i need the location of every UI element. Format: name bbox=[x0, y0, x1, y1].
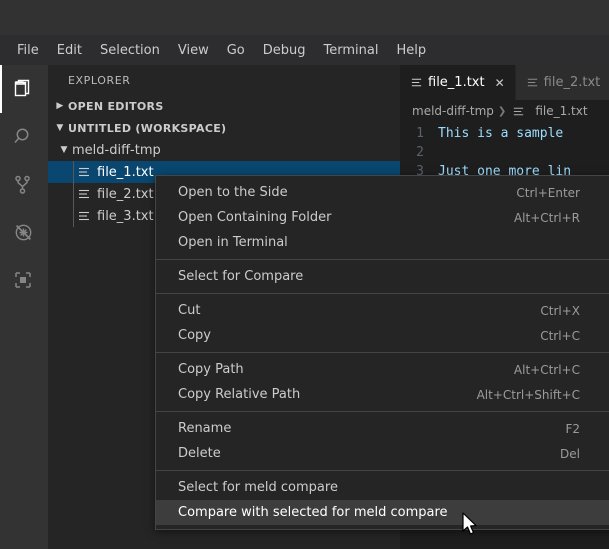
context-menu-item[interactable]: Rename F2 bbox=[156, 416, 609, 441]
menu-view[interactable]: View bbox=[169, 39, 218, 62]
section-workspace-label: UNTITLED (WORKSPACE) bbox=[68, 121, 227, 135]
menu-separator bbox=[156, 293, 609, 294]
context-menu-item[interactable]: Cut Ctrl+X bbox=[156, 298, 609, 323]
editor-tab-bar: file_1.txt ✕ file_2.txt bbox=[400, 65, 609, 100]
context-menu-item-shortcut: Ctrl+C bbox=[540, 328, 580, 343]
context-menu-item[interactable]: Delete Del bbox=[156, 441, 609, 466]
extensions-icon[interactable] bbox=[0, 257, 48, 305]
tree-indent-guide bbox=[73, 183, 74, 205]
context-menu-item[interactable]: Open to the Side Ctrl+Enter bbox=[156, 180, 609, 205]
line-text: This is a sample bbox=[438, 126, 564, 141]
context-menu-item-label: Copy Path bbox=[178, 362, 244, 377]
tab-file_1[interactable]: file_1.txt ✕ bbox=[400, 65, 516, 100]
code-editor[interactable]: 1 This is a sample 2 3 Just one more lin bbox=[400, 122, 609, 181]
chevron-down-icon: ▼ bbox=[56, 123, 64, 133]
menu-go[interactable]: Go bbox=[218, 39, 254, 62]
text-file-icon bbox=[510, 103, 526, 119]
context-menu-item-label: Copy bbox=[178, 328, 211, 343]
text-file-icon bbox=[76, 208, 92, 224]
tree-folder-label: meld-diff-tmp bbox=[72, 142, 161, 158]
context-menu: Open to the Side Ctrl+Enter Open Containin… bbox=[155, 175, 609, 530]
text-file-icon bbox=[76, 186, 92, 202]
context-menu-item[interactable]: Select for meld compare bbox=[156, 475, 609, 500]
line-number: 1 bbox=[416, 126, 424, 141]
chevron-down-icon: ▼ bbox=[60, 145, 68, 155]
tab-label: file_2.txt bbox=[543, 75, 601, 90]
close-icon[interactable]: ✕ bbox=[495, 77, 505, 89]
activity-bar bbox=[0, 65, 48, 549]
tab-file_2[interactable]: file_2.txt bbox=[515, 65, 609, 100]
context-menu-item[interactable]: Select for Compare bbox=[156, 264, 609, 289]
context-menu-item-shortcut: Alt+Ctrl+C bbox=[513, 362, 580, 377]
menu-separator bbox=[156, 470, 609, 471]
context-menu-item-label: Open to the Side bbox=[178, 185, 288, 200]
menu-selection[interactable]: Selection bbox=[91, 39, 169, 62]
context-menu-item[interactable]: Copy Path Alt+Ctrl+C bbox=[156, 357, 609, 382]
tree-file-label: file_3.txt bbox=[97, 208, 154, 224]
text-file-icon bbox=[410, 76, 423, 89]
sidebar-title: EXPLORER bbox=[68, 73, 131, 87]
context-menu-item[interactable]: Open in Terminal bbox=[156, 230, 609, 255]
menu-help[interactable]: Help bbox=[387, 39, 435, 62]
menu-separator bbox=[156, 352, 609, 353]
section-open-editors-label: OPEN EDITORS bbox=[68, 99, 164, 113]
tab-label: file_1.txt bbox=[428, 75, 485, 90]
context-menu-item-shortcut: Del bbox=[560, 446, 580, 461]
line-number: 2 bbox=[416, 145, 424, 160]
code-line: 2 bbox=[400, 143, 609, 162]
tree-indent-guide bbox=[73, 161, 74, 183]
menu-file[interactable]: File bbox=[8, 39, 48, 62]
breadcrumb-file[interactable]: file_1.txt bbox=[535, 104, 587, 118]
menu-debug[interactable]: Debug bbox=[254, 39, 315, 62]
menu-bar: File Edit Selection View Go Debug Terminal Help bbox=[0, 35, 609, 65]
context-menu-item-shortcut: Alt+Ctrl+Shift+C bbox=[476, 387, 580, 402]
context-menu-item-label: Delete bbox=[178, 446, 221, 461]
menu-edit[interactable]: Edit bbox=[48, 39, 91, 62]
context-menu-item-shortcut: F2 bbox=[565, 421, 580, 436]
explorer-icon[interactable] bbox=[0, 65, 48, 113]
title-bar bbox=[0, 0, 609, 35]
context-menu-item-shortcut: Ctrl+Enter bbox=[516, 185, 580, 200]
menu-terminal[interactable]: Terminal bbox=[315, 39, 388, 62]
context-menu-item-shortcut: Ctrl+X bbox=[540, 303, 580, 318]
context-menu-item-label: Select for Compare bbox=[178, 269, 304, 284]
context-menu-item-label: Open in Terminal bbox=[178, 235, 288, 250]
context-menu-item[interactable]: Copy Relative Path Alt+Ctrl+Shift+C bbox=[156, 382, 609, 407]
chevron-right-icon: ❯ bbox=[497, 105, 507, 117]
section-workspace[interactable]: ▼ UNTITLED (WORKSPACE) bbox=[48, 117, 400, 139]
code-line: 1 This is a sample bbox=[400, 124, 609, 143]
search-icon[interactable] bbox=[0, 113, 48, 161]
run-and-debug-icon[interactable] bbox=[0, 209, 48, 257]
vscode-window: File Edit Selection View Go Debug Terminal Help bbox=[0, 0, 609, 549]
text-file-icon bbox=[76, 164, 92, 180]
section-open-editors[interactable]: ▶ OPEN EDITORS bbox=[48, 95, 400, 117]
context-menu-item-label: Select for meld compare bbox=[178, 480, 338, 495]
context-menu-item-label: Cut bbox=[178, 303, 201, 318]
source-control-icon[interactable] bbox=[0, 161, 48, 209]
context-menu-item[interactable]: Compare with selected for meld compare bbox=[156, 500, 609, 525]
chevron-right-icon: ▶ bbox=[56, 101, 64, 111]
text-file-icon bbox=[526, 76, 539, 89]
context-menu-item-label: Copy Relative Path bbox=[178, 387, 301, 402]
menu-separator bbox=[156, 411, 609, 412]
tree-folder-meld-diff-tmp[interactable]: ▼ meld-diff-tmp bbox=[48, 139, 400, 161]
menu-separator bbox=[156, 259, 609, 260]
context-menu-item[interactable]: Copy Ctrl+C bbox=[156, 323, 609, 348]
tree-indent-guide bbox=[73, 205, 74, 227]
breadcrumb[interactable]: meld-diff-tmp ❯ file_1.txt bbox=[400, 100, 609, 122]
context-menu-item-label: Open Containing Folder bbox=[178, 210, 332, 225]
context-menu-item-label: Rename bbox=[178, 421, 232, 436]
context-menu-item-label: Compare with selected for meld compare bbox=[178, 505, 448, 520]
tree-file-label: file_2.txt bbox=[97, 186, 154, 202]
tree-file-label: file_1.txt bbox=[97, 164, 154, 180]
breadcrumb-folder[interactable]: meld-diff-tmp bbox=[412, 104, 494, 118]
context-menu-item-shortcut: Alt+Ctrl+R bbox=[513, 210, 580, 225]
context-menu-item[interactable]: Open Containing Folder Alt+Ctrl+R bbox=[156, 205, 609, 230]
